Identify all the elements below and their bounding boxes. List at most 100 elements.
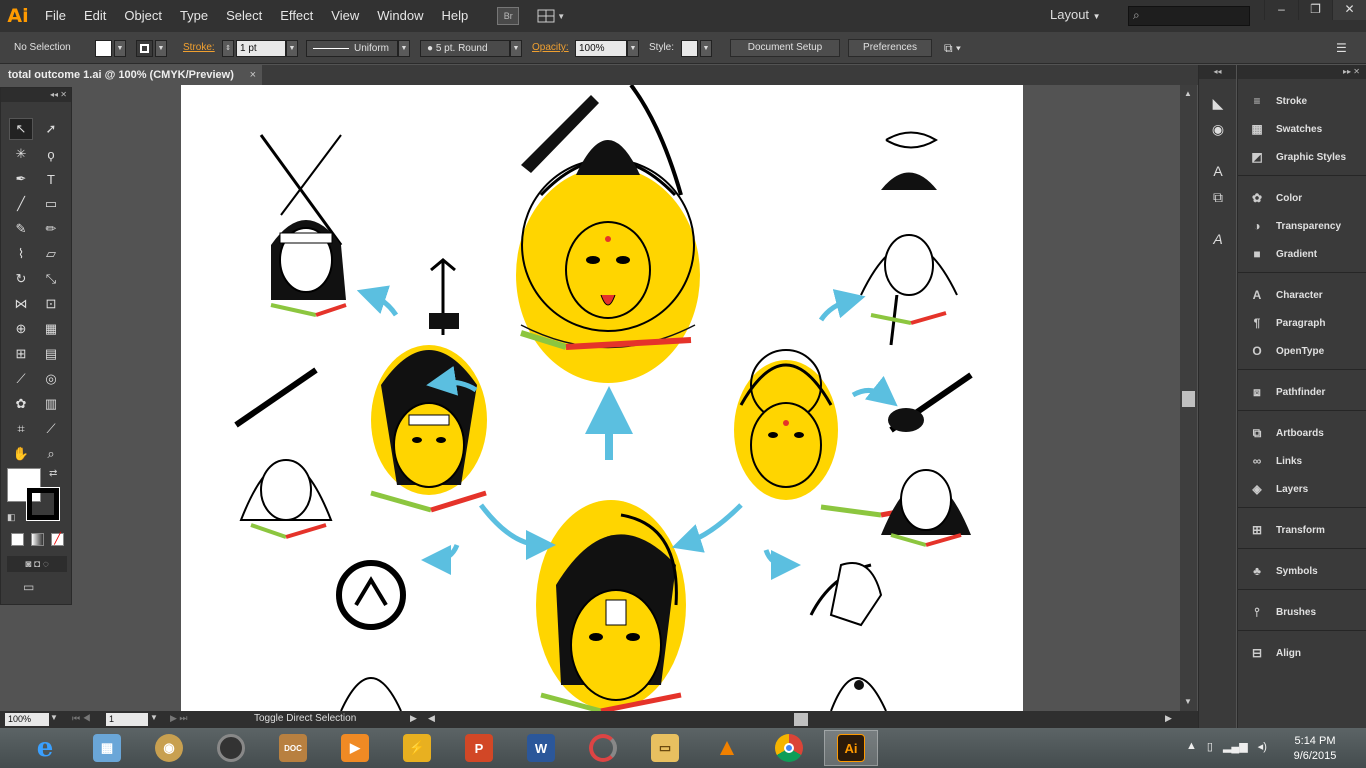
artboard-tool-icon[interactable]: ⌗ xyxy=(9,418,33,440)
panel-symbols[interactable]: ♣ Symbols xyxy=(1238,558,1366,584)
pencil-tool-icon[interactable]: ✏ xyxy=(39,218,63,240)
rectangle-tool-icon[interactable]: ▭ xyxy=(39,193,63,215)
glyphs-icon[interactable]: A xyxy=(1208,161,1228,181)
menu-window[interactable]: Window xyxy=(368,0,432,32)
close-tab-icon[interactable]: × xyxy=(250,65,256,85)
opacity-field[interactable]: 100% xyxy=(575,40,627,57)
next-artboard-icon[interactable]: ▶ ⏭ xyxy=(170,713,188,724)
menu-effect[interactable]: Effect xyxy=(271,0,322,32)
menu-edit[interactable]: Edit xyxy=(75,0,115,32)
brush-definition[interactable]: ● 5 pt. Round xyxy=(420,40,510,57)
taskbar-media-player[interactable]: ▶ xyxy=(328,730,382,766)
fill-dropdown[interactable]: ▼ xyxy=(114,40,126,57)
icon-panel-header[interactable]: ◂◂ xyxy=(1199,65,1236,79)
perspective-grid-tool-icon[interactable]: ▦ xyxy=(39,318,63,340)
panel-artboards[interactable]: ⧉ Artboards xyxy=(1238,420,1366,446)
panel-graphic-styles[interactable]: ◩ Graphic Styles xyxy=(1238,144,1366,170)
none-mode-icon[interactable]: ╱ xyxy=(51,533,64,546)
panel-stroke[interactable]: ≡ Stroke xyxy=(1238,88,1366,114)
stroke-color-swatch[interactable] xyxy=(26,487,60,521)
gradient-mode-icon[interactable] xyxy=(31,533,44,546)
stroke-dropdown[interactable]: ▼ xyxy=(155,40,167,57)
gradient-tool-icon[interactable]: ▤ xyxy=(39,343,63,365)
panel-color[interactable]: ✿ Color xyxy=(1238,185,1366,211)
menu-select[interactable]: Select xyxy=(217,0,271,32)
mesh-tool-icon[interactable]: ⊞ xyxy=(9,343,33,365)
vertical-scrollbar[interactable]: ▲ ▼ xyxy=(1180,85,1197,711)
pen-tool-icon[interactable]: ✒ xyxy=(9,168,33,190)
taskbar-media-app[interactable]: ◉ xyxy=(142,730,196,766)
fill-swatch[interactable] xyxy=(95,40,112,57)
taskbar-vlc[interactable]: ▲ xyxy=(700,730,754,766)
slice-tool-icon[interactable]: ⟋ xyxy=(39,418,63,440)
artboard[interactable] xyxy=(181,85,1023,711)
paintbrush-tool-icon[interactable]: ✎ xyxy=(9,218,33,240)
panel-menu-icon[interactable]: ☰ xyxy=(1336,40,1347,56)
arrange-icon[interactable]: ⧉ ▾ xyxy=(944,40,961,56)
width-tool-icon[interactable]: ⋈ xyxy=(9,293,33,315)
panel-brushes[interactable]: ⫯ Brushes xyxy=(1238,599,1366,625)
horizontal-scroll-thumb[interactable] xyxy=(794,713,808,726)
menu-view[interactable]: View xyxy=(322,0,368,32)
color-mode-icon[interactable] xyxy=(11,533,24,546)
info-icon[interactable]: ⧉ xyxy=(1208,187,1228,207)
close-button[interactable]: ✕ xyxy=(1332,0,1366,20)
arrange-documents-button[interactable]: ▼ xyxy=(537,7,567,25)
stroke-swatch[interactable] xyxy=(136,40,153,57)
document-setup-button[interactable]: Document Setup xyxy=(730,39,840,57)
opacity-dropdown[interactable]: ▼ xyxy=(627,40,639,57)
menu-object[interactable]: Object xyxy=(115,0,171,32)
graphic-style-swatch[interactable] xyxy=(681,40,698,57)
zoom-field[interactable]: 100% xyxy=(5,713,49,726)
panel-transform[interactable]: ⊞ Transform xyxy=(1238,517,1366,543)
taskbar-loading-app[interactable] xyxy=(576,730,630,766)
clock[interactable]: 5:14 PM 9/6/2015 xyxy=(1290,734,1340,764)
symbol-sprayer-tool-icon[interactable]: ✿ xyxy=(9,393,33,415)
scale-tool-icon[interactable]: ⤡ xyxy=(39,268,63,290)
screen-mode-icon[interactable]: ▭ xyxy=(23,580,34,594)
volume-icon[interactable]: ◂) xyxy=(1258,740,1267,753)
type-styles-icon[interactable]: A xyxy=(1208,229,1228,249)
direct-selection-tool-icon[interactable]: ➚ xyxy=(39,118,63,140)
magic-wand-tool-icon[interactable]: ✳ xyxy=(9,143,33,165)
lasso-tool-icon[interactable]: ϙ xyxy=(39,143,63,165)
menu-type[interactable]: Type xyxy=(171,0,217,32)
eraser-tool-icon[interactable]: ▱ xyxy=(39,243,63,265)
taskbar-winamp[interactable]: ⚡ xyxy=(390,730,444,766)
navigator-icon[interactable]: ◣ xyxy=(1208,93,1228,113)
variable-width-profile[interactable]: Uniform xyxy=(306,40,398,57)
vertical-scroll-thumb[interactable] xyxy=(1182,391,1195,407)
taskbar-control-panel[interactable]: ▦ xyxy=(80,730,134,766)
first-artboard-icon[interactable]: ⏮ ◀ xyxy=(72,713,91,724)
stroke-weight-dropdown[interactable]: ▼ xyxy=(286,40,298,57)
status-menu-icon[interactable]: ▶ xyxy=(410,713,417,724)
shape-builder-tool-icon[interactable]: ⊕ xyxy=(9,318,33,340)
tools-panel-header[interactable]: ◂◂ ✕ xyxy=(1,88,71,102)
scroll-right-icon[interactable]: ▶ xyxy=(1165,713,1172,724)
artboard-dropdown-icon[interactable]: ▼ xyxy=(150,713,158,722)
panel-character[interactable]: A Character xyxy=(1238,282,1366,308)
line-tool-icon[interactable]: ╱ xyxy=(9,193,33,215)
search-input[interactable]: ⌕ xyxy=(1128,6,1250,26)
panel-links[interactable]: ∞ Links xyxy=(1238,448,1366,474)
bridge-button[interactable]: Br xyxy=(497,7,520,25)
panel-layers[interactable]: ◈ Layers xyxy=(1238,476,1366,502)
rotate-tool-icon[interactable]: ↻ xyxy=(9,268,33,290)
stroke-label[interactable]: Stroke: xyxy=(183,40,215,56)
menu-file[interactable]: File xyxy=(36,0,75,32)
hand-tool-icon[interactable]: ✋ xyxy=(9,443,33,465)
taskbar-chrome[interactable] xyxy=(762,730,816,766)
scroll-down-icon[interactable]: ▼ xyxy=(1184,697,1192,706)
profile-dropdown[interactable]: ▼ xyxy=(398,40,410,57)
drawing-mode-icons[interactable]: ◙ ◘ ◌ xyxy=(7,556,67,572)
style-dropdown[interactable]: ▼ xyxy=(700,40,712,57)
menu-help[interactable]: Help xyxy=(432,0,477,32)
panel-opentype[interactable]: O OpenType xyxy=(1238,338,1366,364)
signal-icon[interactable]: ▂▄▆ xyxy=(1223,740,1248,753)
panel-transparency[interactable]: ◑ Transparency xyxy=(1238,213,1366,239)
type-tool-icon[interactable]: T xyxy=(39,168,63,190)
scroll-up-icon[interactable]: ▲ xyxy=(1184,89,1192,98)
zoom-tool-icon[interactable]: ⌕ xyxy=(39,443,63,465)
opacity-label[interactable]: Opacity: xyxy=(532,40,569,56)
workspace-switcher[interactable]: Layout ▼ xyxy=(1050,7,1101,22)
